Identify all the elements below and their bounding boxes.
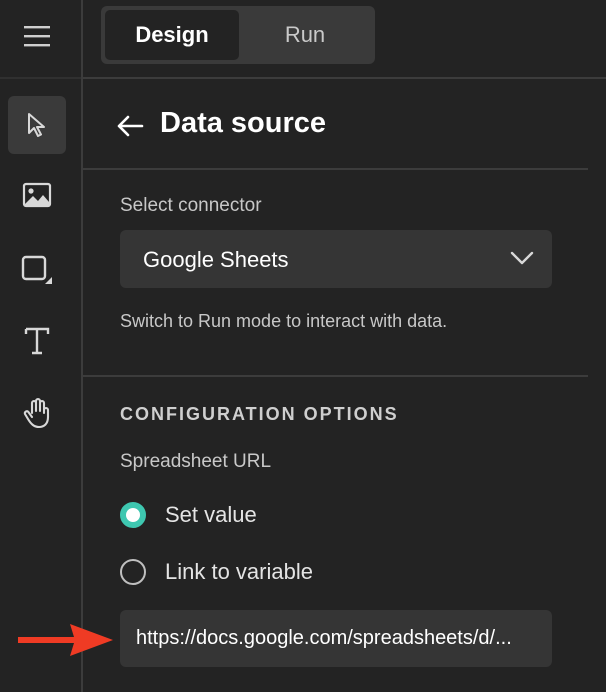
cursor-icon [28,113,45,137]
tool-shape[interactable] [8,240,66,298]
section-divider [83,375,588,377]
tool-image[interactable] [8,166,66,224]
connector-select-value: Google Sheets [143,247,289,272]
image-icon [22,182,52,208]
arrow-left-icon [117,115,144,137]
spreadsheet-url-label: Spreadsheet URL [120,451,272,472]
radio-set-value[interactable]: Set value [120,500,257,530]
radio-set-value-label: Set value [165,502,257,527]
tool-hand[interactable] [8,384,66,442]
tab-run[interactable]: Run [239,10,371,60]
header-divider [83,168,588,170]
spreadsheet-url-value: https://docs.google.com/spreadsheets/d/.… [136,627,512,649]
back-button[interactable] [115,111,145,141]
connector-hint: Switch to Run mode to interact with data… [120,311,448,331]
annotation-arrow-icon [18,624,113,656]
mode-switch: Design Run [101,6,375,64]
hand-icon [23,397,50,429]
page-title: Data source [160,107,327,139]
text-icon [24,327,50,355]
spreadsheet-url-input[interactable]: https://docs.google.com/spreadsheets/d/.… [120,610,552,667]
panel-header: Data source [83,79,606,169]
tool-rail [0,0,81,692]
hamburger-icon [24,26,50,47]
config-section-title: CONFIGURATION OPTIONS [120,404,399,424]
tool-text[interactable] [8,312,66,370]
chevron-down-icon [510,251,534,265]
radio-link-variable-label: Link to variable [165,559,313,584]
connector-select[interactable]: Google Sheets [120,230,552,288]
radio-checked-icon[interactable] [120,502,146,528]
menu-button[interactable] [18,18,56,54]
tab-design[interactable]: Design [105,10,239,60]
rail-top-divider [0,77,81,79]
connector-label: Select connector [120,195,262,216]
tool-select[interactable] [8,96,66,154]
radio-link-variable[interactable]: Link to variable [120,557,313,587]
app-window: Design Run Data source Select connector … [0,0,606,692]
rectangle-icon [21,255,52,284]
radio-unchecked-icon[interactable] [120,559,146,585]
